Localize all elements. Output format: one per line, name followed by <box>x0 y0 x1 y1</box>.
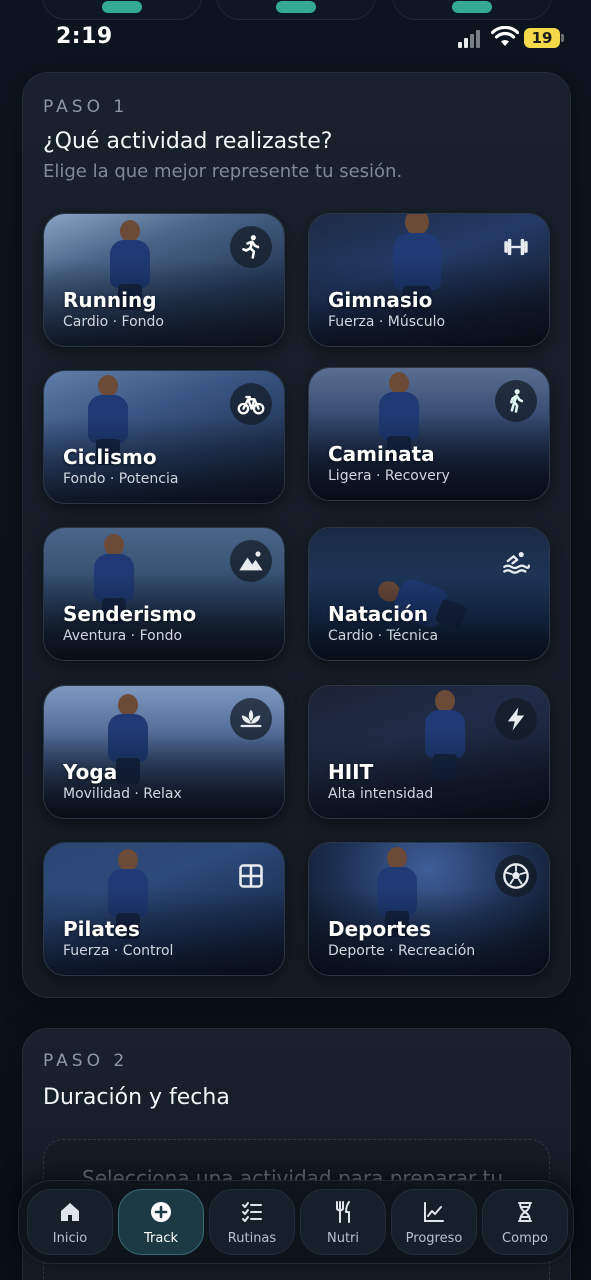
activity-tags: Aventura · Fondo <box>63 628 183 644</box>
activity-tags: Cardio · Fondo <box>63 314 165 330</box>
step1-title: ¿Qué actividad realizaste? <box>43 129 333 154</box>
activity-name: Caminata <box>328 442 435 466</box>
nav-label: Track <box>143 1231 179 1246</box>
step1-label: PASO 1 <box>43 97 129 117</box>
lightning-icon <box>495 698 537 740</box>
activity-hiit[interactable]: HIIT Alta intensidad <box>308 685 550 819</box>
activity-caminata[interactable]: Caminata Ligera · Recovery <box>308 367 550 501</box>
activity-natacion[interactable]: Natación Cardio · Técnica <box>308 527 550 661</box>
activity-senderismo[interactable]: Senderismo Aventura · Fondo <box>43 527 285 661</box>
activity-name: Running <box>63 288 157 312</box>
step1-activity-card: PASO 1 ¿Qué actividad realizaste? Elige … <box>22 72 571 998</box>
dumbbell-icon <box>495 226 537 268</box>
activity-ciclismo[interactable]: Ciclismo Fondo · Potencia <box>43 370 285 504</box>
activity-name: Gimnasio <box>328 288 433 312</box>
wifi-icon <box>491 26 519 46</box>
cellular-signal-icon <box>458 30 484 48</box>
step2-label: PASO 2 <box>43 1051 129 1071</box>
activity-tags: Fuerza · Control <box>63 943 174 959</box>
activity-name: HIIT <box>328 760 374 784</box>
activity-name: Senderismo <box>63 602 197 626</box>
activity-name: Deportes <box>328 917 432 941</box>
activity-name: Ciclismo <box>63 445 157 469</box>
nav-compo[interactable]: Compo <box>482 1189 568 1255</box>
activity-running[interactable]: Running Cardio · Fondo <box>43 213 285 347</box>
activity-tags: Cardio · Técnica <box>328 628 439 644</box>
nav-label: Compo <box>502 1231 548 1246</box>
checklist-icon <box>242 1202 262 1222</box>
soccer-ball-icon <box>495 855 537 897</box>
status-time: 2:19 <box>56 24 113 49</box>
activity-name: Yoga <box>63 760 118 784</box>
activity-yoga[interactable]: Yoga Movilidad · Relax <box>43 685 285 819</box>
scrolled-content-remnants <box>0 0 591 20</box>
previous-card-remnant <box>216 0 376 20</box>
step2-title: Duración y fecha <box>43 1085 230 1110</box>
previous-card-remnant <box>392 0 552 20</box>
nav-label: Rutinas <box>227 1231 277 1246</box>
activity-tags: Fondo · Potencia <box>63 471 179 487</box>
activity-tags: Ligera · Recovery <box>328 468 450 484</box>
activity-tags: Movilidad · Relax <box>63 786 182 802</box>
nav-label: Nutri <box>326 1231 360 1246</box>
status-bar: 2:19 19 <box>0 22 591 58</box>
walking-icon <box>495 380 537 422</box>
activity-name: Natación <box>328 602 428 626</box>
chart-line-icon <box>424 1202 444 1222</box>
activity-deportes[interactable]: Deportes Deporte · Recreación <box>308 842 550 976</box>
previous-card-remnant <box>42 0 202 20</box>
nav-nutri[interactable]: Nutri <box>300 1189 386 1255</box>
activity-gimnasio[interactable]: Gimnasio Fuerza · Músculo <box>308 213 550 347</box>
lotus-icon <box>230 698 272 740</box>
nav-progreso[interactable]: Progreso <box>391 1189 477 1255</box>
activity-tags: Deporte · Recreación <box>328 943 476 959</box>
activity-name: Pilates <box>63 917 140 941</box>
battery-indicator: 19 <box>524 28 564 48</box>
nav-label: Inicio <box>52 1231 88 1246</box>
activity-pilates[interactable]: Pilates Fuerza · Control <box>43 842 285 976</box>
plus-circle-icon <box>151 1202 171 1222</box>
dna-icon <box>518 1202 532 1222</box>
bottom-navigation: Inicio Track Rutinas Nutri Progreso Comp… <box>18 1180 574 1264</box>
nav-label: Progreso <box>405 1231 463 1246</box>
activity-tags: Alta intensidad <box>328 786 434 802</box>
step1-subtitle: Elige la que mejor represente tu sesión. <box>43 161 403 182</box>
nav-inicio[interactable]: Inicio <box>27 1189 113 1255</box>
mountain-icon <box>230 540 272 582</box>
home-icon <box>61 1203 79 1221</box>
track-screen: 2:19 19 PASO 1 ¿Qué actividad realizaste… <box>0 0 591 1280</box>
nav-rutinas[interactable]: Rutinas <box>209 1189 295 1255</box>
nav-track[interactable]: Track <box>118 1189 204 1255</box>
bicycle-icon <box>230 383 272 425</box>
grid-icon <box>230 855 272 897</box>
activity-tags: Fuerza · Músculo <box>328 314 446 330</box>
running-icon <box>230 226 272 268</box>
swimming-icon <box>495 540 537 582</box>
fork-knife-icon <box>336 1201 350 1223</box>
